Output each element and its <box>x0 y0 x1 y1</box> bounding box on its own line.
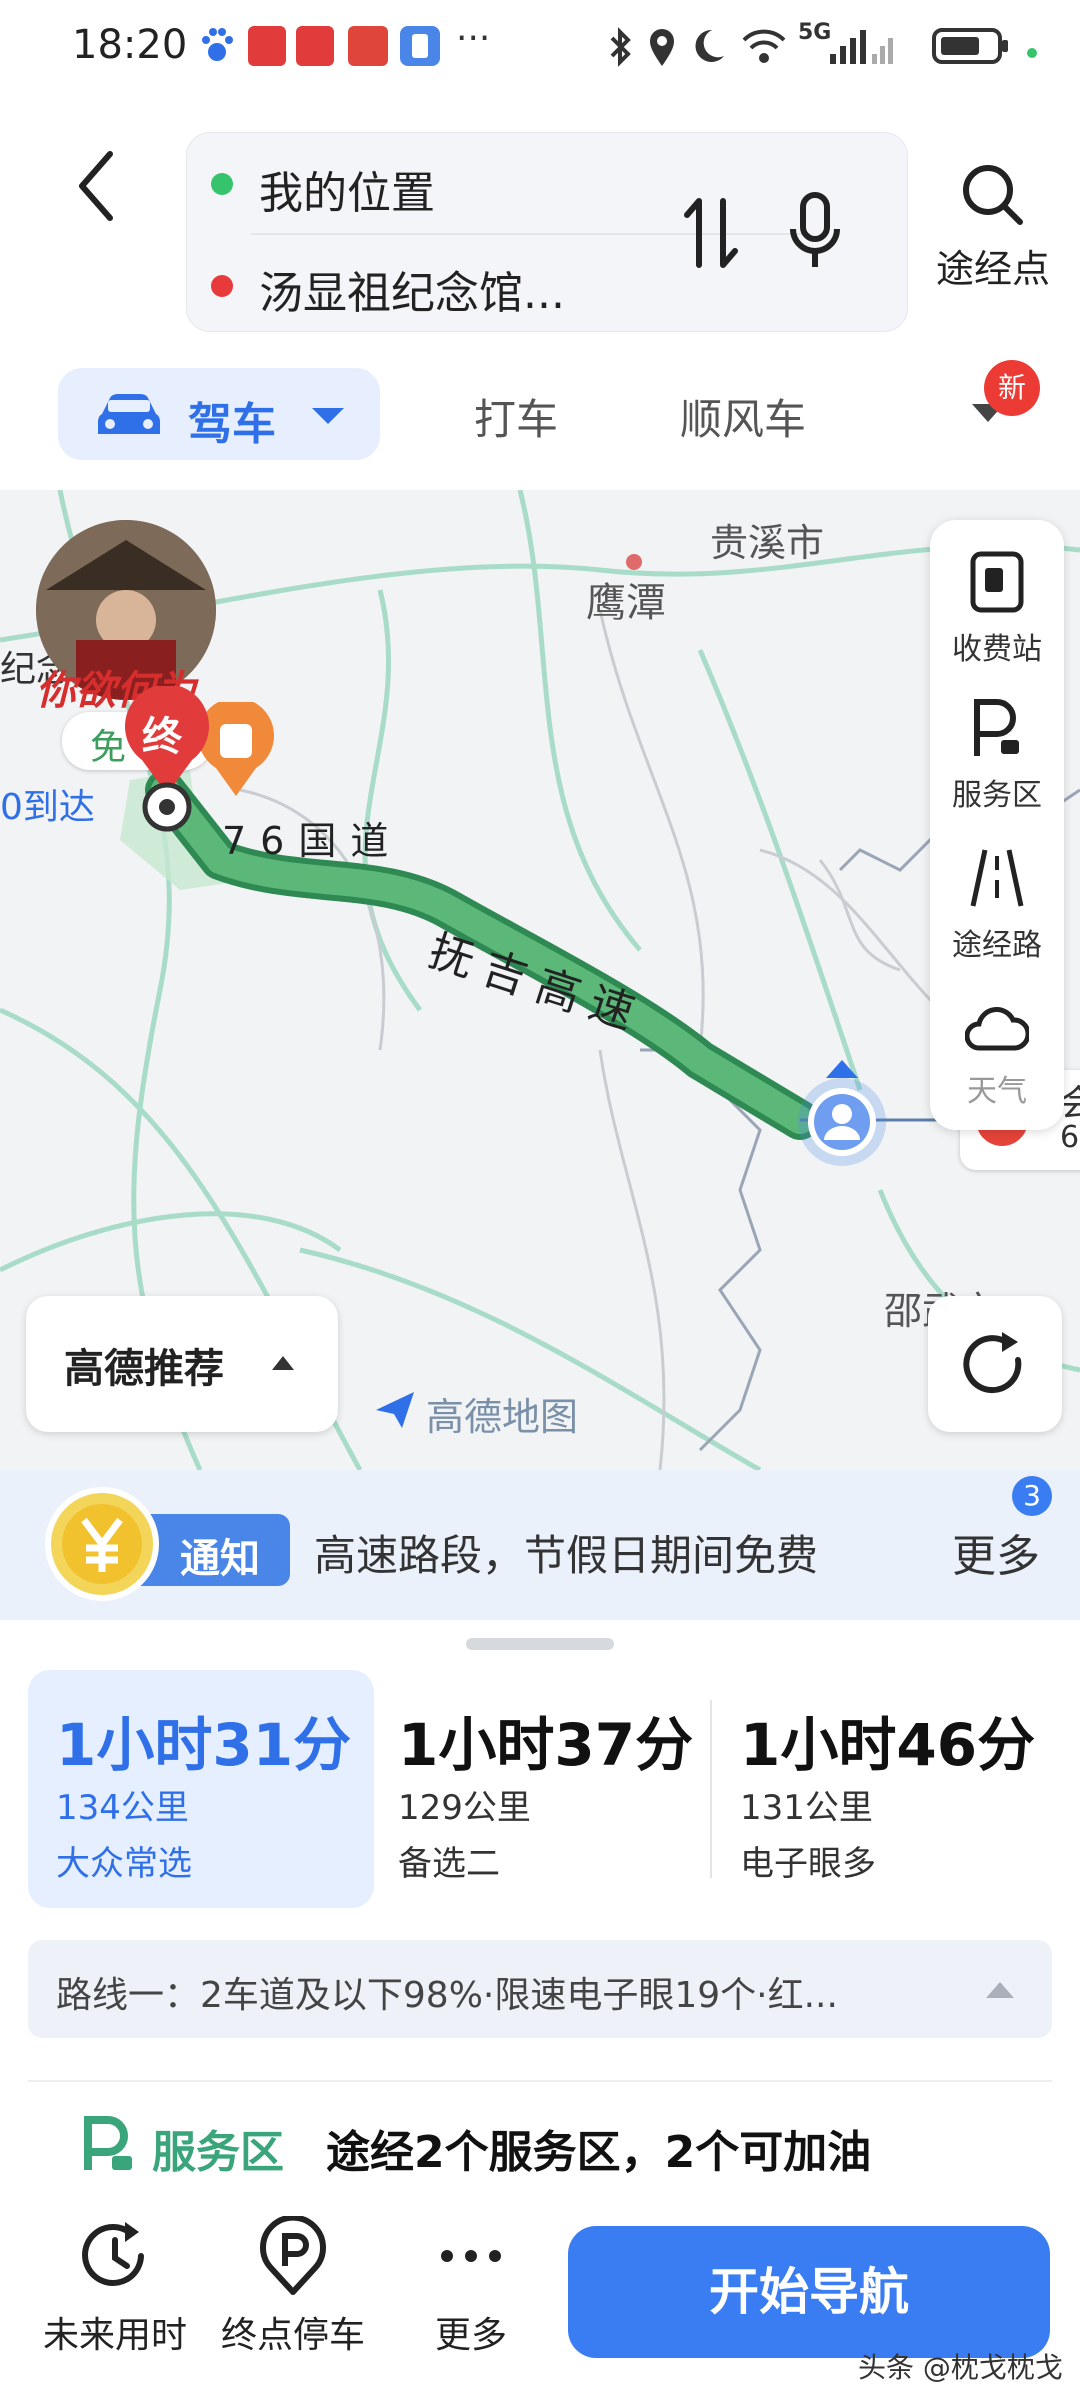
route-time: 1小时31分 <box>56 1711 352 1779</box>
via-point-label: 途经点 <box>935 247 1050 291</box>
destination-field[interactable]: 汤显祖纪念馆... <box>259 257 565 321</box>
route-card-1[interactable]: 1小时31分 134公里 大众常选 <box>28 1670 374 1908</box>
route-tag: 电子眼多 <box>740 1844 876 1884</box>
refresh-icon <box>963 1332 1022 1394</box>
tab-drive-label: 驾车 <box>188 399 276 450</box>
back-button[interactable] <box>70 140 130 230</box>
route-distance: 131公里 <box>740 1788 873 1828</box>
divider <box>28 2080 1052 2082</box>
via-point-button[interactable]: 途经点 <box>928 160 1058 310</box>
bluetooth-icon <box>606 26 634 72</box>
future-time-button[interactable]: 未来用时 <box>30 2216 200 2358</box>
route-distance: 129公里 <box>398 1788 531 1828</box>
status-dot <box>1026 44 1038 63</box>
start-navigation-button[interactable]: 开始导航 <box>568 2226 1050 2358</box>
service-area-button[interactable]: 服务区 <box>930 696 1064 814</box>
toll-station-icon <box>970 551 1024 613</box>
new-badge: 新 <box>984 360 1040 416</box>
tab-taxi[interactable]: 打车 <box>474 386 558 447</box>
toll-station-button[interactable]: 收费站 <box>930 550 1064 668</box>
via-road-button[interactable]: 途经路 <box>930 846 1064 964</box>
wifi-icon <box>740 26 788 70</box>
search-icon <box>963 165 1023 225</box>
status-bar: 18:20 ··· 5G <box>0 0 1080 100</box>
more-dots-icon <box>441 2250 501 2262</box>
app-icon <box>248 26 286 70</box>
notice-more[interactable]: 更多 <box>952 1520 1040 1584</box>
destination-pin-icon <box>142 782 192 832</box>
huawei-icon <box>348 26 388 70</box>
weather-button[interactable]: 天气 <box>930 1000 1064 1110</box>
app-icon <box>400 26 440 70</box>
origin-field[interactable]: 我的位置 <box>259 157 435 221</box>
current-location-icon <box>798 1060 886 1166</box>
service-area-label: 服务区 <box>152 2127 284 2178</box>
road-icon <box>970 849 1024 907</box>
map-label-guixi: 贵溪市 <box>710 521 825 565</box>
notice-count-badge: 3 <box>1012 1476 1052 1516</box>
route-card-3[interactable]: 1小时46分 131公里 电子眼多 <box>712 1670 1052 1908</box>
recommend-label: 高德推荐 <box>64 1346 224 1392</box>
moon-icon <box>690 26 726 70</box>
destination-parking-button[interactable]: 终点停车 <box>208 2214 378 2358</box>
recommend-button[interactable]: 高德推荐 <box>26 1296 338 1432</box>
service-area-icon <box>84 2116 132 2170</box>
refresh-button[interactable] <box>928 1296 1062 1432</box>
route-tag: 大众常选 <box>56 1844 192 1884</box>
yuan-coin-icon <box>45 1487 159 1601</box>
cloud-icon <box>964 1007 1031 1051</box>
car-icon <box>98 394 160 434</box>
location-icon <box>646 26 678 72</box>
route-card-2[interactable]: 1小时37分 129公里 备选二 <box>370 1670 710 1908</box>
end-marker-label: 终 <box>142 714 182 760</box>
amap-logo-icon <box>376 1392 414 1428</box>
sheet-handle[interactable] <box>466 1638 614 1650</box>
notice-text: 高速路段，节假日期间免费 <box>314 1531 819 1580</box>
route-time: 1小时46分 <box>740 1711 1036 1779</box>
microphone-icon[interactable] <box>787 191 843 279</box>
route-time: 1小时37分 <box>398 1711 694 1779</box>
tab-carpool[interactable]: 顺风车 <box>680 386 806 447</box>
paw-icon <box>200 26 234 70</box>
origin-dot <box>211 173 233 195</box>
swap-icon[interactable] <box>681 193 741 277</box>
status-time: 18:20 <box>72 22 188 68</box>
caret-up-icon <box>272 1356 294 1370</box>
notice-banner[interactable]: 通知 高速路段，节假日期间免费 更多 3 <box>0 1470 1080 1620</box>
source-watermark: 头条 @枕戈枕戈 <box>858 2351 1063 2384</box>
more-dots-icon: ··· <box>456 18 491 59</box>
map-label-arrive: 0到达 <box>0 787 95 828</box>
route-summary-text: 路线一：2车道及以下98%·限速电子眼19个·红... <box>56 1975 838 2016</box>
route-tag: 备选二 <box>398 1844 500 1884</box>
map-watermark: 高德地图 <box>426 1395 579 1439</box>
map-label-yingtan: 鹰潭 <box>586 580 666 626</box>
map-tools-panel: 收费站 服务区 途经路 天气 <box>930 520 1064 1130</box>
route-distance: 134公里 <box>56 1788 189 1828</box>
parking-pin-icon <box>260 2214 326 2295</box>
route-input-box: 我的位置 汤显祖纪念馆... <box>186 132 908 332</box>
route-summary[interactable]: 路线一：2车道及以下98%·限速电子眼19个·红... <box>28 1940 1052 2038</box>
destination-dot <box>211 275 233 297</box>
caret-up-icon <box>986 1982 1014 1998</box>
app-icon <box>296 26 334 70</box>
more-button[interactable]: 更多 <box>386 2216 556 2358</box>
parking-icon <box>974 699 1019 756</box>
notice-tag: 通知 <box>140 1514 290 1586</box>
chevron-left-icon <box>79 151 113 221</box>
caret-down-icon <box>312 408 344 424</box>
map-label-road76: 76国道 <box>222 819 403 863</box>
service-area-text[interactable]: 途经2个服务区，2个可加油 <box>326 2116 871 2180</box>
battery-icon <box>932 26 1012 70</box>
tab-drive[interactable]: 驾车 <box>58 368 380 460</box>
cell-signal-icon <box>810 26 900 70</box>
clock-icon <box>82 2222 144 2286</box>
